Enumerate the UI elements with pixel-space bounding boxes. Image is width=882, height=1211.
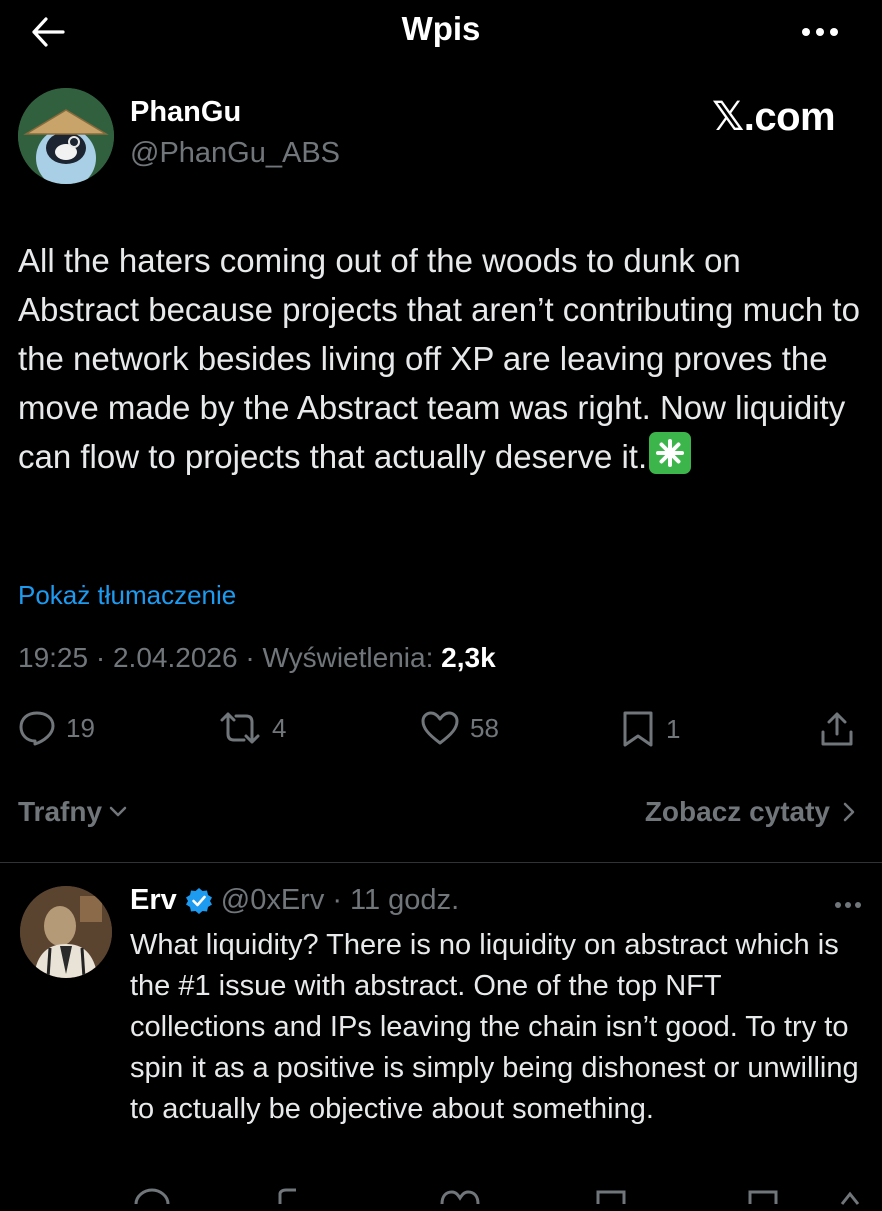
author-handle[interactable]: @PhanGu_ABS [130,137,340,170]
reply-actions-row [130,1186,860,1206]
page-title: Wpis [401,10,481,47]
reply-author-name[interactable]: Erv [130,884,177,917]
reply-header: Erv @0xErv · 11 godz. [130,884,459,917]
bookmark-button[interactable]: 1 [620,710,680,748]
sparkle-emoji-icon [649,432,692,474]
like-button[interactable]: 58 [420,710,499,746]
sort-label: Trafny [18,796,103,827]
more-options-icon[interactable] [792,12,848,52]
separator: · [332,884,343,916]
like-count: 58 [470,712,499,743]
repost-icon [220,712,260,744]
divider [0,862,882,863]
share-icon [821,712,853,746]
chevron-down-icon [109,806,127,817]
repost-count: 4 [272,712,287,743]
author-avatar[interactable] [18,88,114,184]
reply-icon [134,1188,170,1205]
bookmark-icon [748,1190,778,1204]
bookmark-icon [623,711,653,747]
repost-icon [278,1188,296,1204]
reply-icon [19,711,55,746]
tweet-date[interactable]: 2.04.2026 [113,642,238,673]
views-label: Wyświetlenia: [262,642,434,673]
sort-dropdown[interactable]: Trafny [18,796,128,828]
author-name[interactable]: PhanGu [130,96,241,129]
bookmark-icon [596,1190,626,1204]
tweet-meta: 19:25 · 2.04.2026 · Wyświetlenia: 2,3k [18,642,496,674]
reply-more-options-icon[interactable] [826,890,870,920]
reply-count: 19 [66,712,95,743]
reply-avatar[interactable] [20,886,112,978]
bookmark-count: 1 [666,713,681,744]
share-button[interactable] [818,710,856,748]
chevron-right-icon [843,802,855,822]
verified-badge-icon [185,887,212,914]
reply-button[interactable]: 19 [18,710,95,746]
tweet-text: All the haters coming out of the woods t… [18,236,864,481]
share-icon [840,1191,860,1205]
reply-time[interactable]: 11 godz. [350,884,459,917]
translate-link[interactable]: Pokaż tłumaczenie [18,580,236,611]
heart-icon [440,1190,480,1205]
tweet-time[interactable]: 19:25 [18,642,88,673]
views-count[interactable]: 2,3k [441,642,496,673]
tweet-body: All the haters coming out of the woods t… [18,242,870,475]
heart-icon [421,711,459,745]
separator: · [95,642,106,673]
reply-text: What liquidity? There is no liquidity on… [130,929,859,1125]
reply-author-handle[interactable]: @0xErv [221,884,325,917]
view-quotes-link[interactable]: Zobacz cytaty [645,796,856,828]
repost-button[interactable]: 4 [218,710,286,746]
separator: · [245,642,255,673]
quotes-label: Zobacz cytaty [644,796,830,827]
x-watermark: 𝕏.com [712,95,836,139]
